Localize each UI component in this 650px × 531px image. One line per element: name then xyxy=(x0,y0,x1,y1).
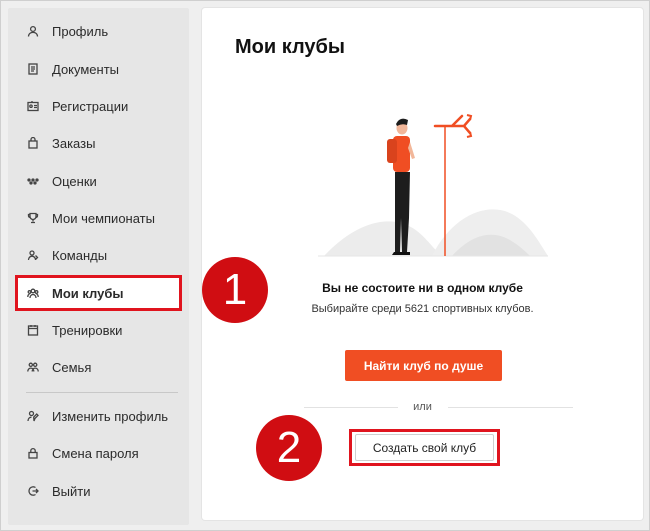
create-club-highlight: Создать свой клуб xyxy=(349,429,500,466)
sidebar-item-teams[interactable]: Команды xyxy=(16,240,180,270)
sidebar-item-label: Выйти xyxy=(52,483,91,499)
sidebar-item-logout[interactable]: Выйти xyxy=(16,476,180,506)
document-icon xyxy=(26,62,40,76)
page-title: Мои клубы xyxy=(235,36,345,58)
sidebar-item-label: Документы xyxy=(52,61,120,77)
sidebar-item-label: Заказы xyxy=(52,135,96,151)
id-card-icon xyxy=(26,99,40,113)
sidebar-item-label: Мои клубы xyxy=(52,285,124,301)
sidebar-item-profile[interactable]: Профиль xyxy=(16,16,180,46)
clubs-icon xyxy=(26,286,40,300)
sidebar-item-change-password[interactable]: Смена пароля xyxy=(16,438,180,468)
calendar-icon xyxy=(26,323,40,337)
sidebar-item-label: Регистрации xyxy=(52,98,129,114)
callout-number-1: 1 xyxy=(202,257,268,323)
sidebar-item-orders[interactable]: Заказы xyxy=(16,128,180,158)
sidebar-divider xyxy=(26,392,178,393)
sidebar-item-trainings[interactable]: Тренировки xyxy=(16,315,180,345)
sidebar-item-registrations[interactable]: Регистрации xyxy=(16,91,180,121)
empty-state-illustration xyxy=(318,114,548,257)
sidebar-item-label: Команды xyxy=(52,247,108,263)
or-text: или xyxy=(413,401,432,413)
app-window: Профиль Документы Регистрации Заказы Оце… xyxy=(0,0,650,531)
sidebar-item-my-clubs[interactable]: Мои клубы xyxy=(15,275,182,311)
sidebar-item-label: Мои чемпионаты xyxy=(52,210,155,226)
sidebar-item-ratings[interactable]: Оценки xyxy=(16,166,180,196)
sidebar: Профиль Документы Регистрации Заказы Оце… xyxy=(8,8,189,525)
sidebar-item-family[interactable]: Семья xyxy=(16,352,180,382)
team-icon xyxy=(26,248,40,262)
trophy-icon xyxy=(26,211,40,225)
logout-icon xyxy=(26,484,40,498)
edit-profile-icon xyxy=(26,409,40,423)
user-icon xyxy=(26,24,40,38)
lock-icon xyxy=(26,446,40,460)
sidebar-item-label: Профиль xyxy=(52,23,109,39)
sidebar-item-label: Смена пароля xyxy=(52,445,139,461)
sidebar-item-label: Оценки xyxy=(52,173,97,189)
sidebar-item-label: Семья xyxy=(52,359,92,375)
sidebar-item-label: Тренировки xyxy=(52,322,123,338)
sidebar-item-documents[interactable]: Документы xyxy=(16,54,180,84)
rating-dots-icon xyxy=(26,174,40,188)
family-icon xyxy=(26,360,40,374)
sidebar-item-label: Изменить профиль xyxy=(52,408,169,424)
create-club-button[interactable]: Создать свой клуб xyxy=(355,434,494,461)
sidebar-item-edit-profile[interactable]: Изменить профиль xyxy=(16,401,180,431)
empty-state-subtitle: Выбирайте среди 5621 спортивных клубов. xyxy=(311,303,534,315)
callout-number-2: 2 xyxy=(256,415,322,481)
shopping-bag-icon xyxy=(26,136,40,150)
find-club-button[interactable]: Найти клуб по душе xyxy=(345,350,502,381)
empty-state-title: Вы не состоите ни в одном клубе xyxy=(322,281,523,295)
sidebar-item-championships[interactable]: Мои чемпионаты xyxy=(16,203,180,233)
